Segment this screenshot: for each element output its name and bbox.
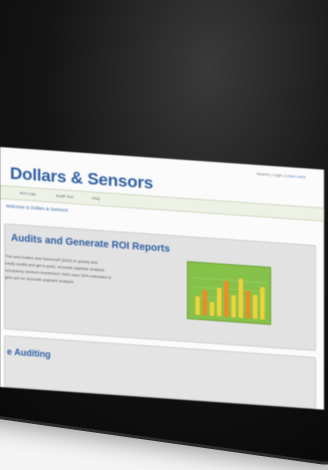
chart-bar [231, 295, 236, 318]
tablet-screen: Search | Login | Learn more Dollars & Se… [0, 147, 324, 410]
chart-bar [202, 289, 208, 316]
chart-bar [195, 296, 200, 315]
roi-chart [187, 261, 271, 325]
roi-chart-svg [194, 277, 266, 320]
chart-bar [216, 287, 222, 317]
chart-bar [224, 280, 229, 317]
auditing-panel-title: e Auditing [7, 346, 51, 360]
chart-bar [238, 278, 244, 318]
chart-bar [245, 290, 251, 319]
top-link-learn[interactable]: Learn more [286, 173, 306, 179]
chart-bar [252, 294, 258, 320]
audit-panel-title: Audits and Generate ROI Reports [11, 232, 170, 255]
top-links: Search | Login | Learn more [256, 170, 306, 180]
top-link-search[interactable]: Search [257, 171, 270, 177]
nav-item-roi[interactable]: ROI Calc [20, 190, 36, 196]
nav-item-faq[interactable]: FAQ [92, 195, 100, 201]
audit-panel: Audits and Generate ROI Reports The new … [4, 223, 316, 352]
chart-bar [260, 286, 265, 320]
nav-bar: ROI Calc Audit Tool FAQ [0, 185, 324, 222]
nav-item-audit[interactable]: Audit Tool [56, 193, 74, 199]
top-link-login[interactable]: Login [272, 172, 282, 178]
chart-bar [209, 301, 215, 316]
audit-panel-text: The new Dollars and Sensors® (D&S) is qu… [5, 252, 177, 292]
breadcrumb[interactable]: Welcome to Dollars & Sensors! [6, 203, 68, 212]
chart-gridline [194, 277, 266, 284]
